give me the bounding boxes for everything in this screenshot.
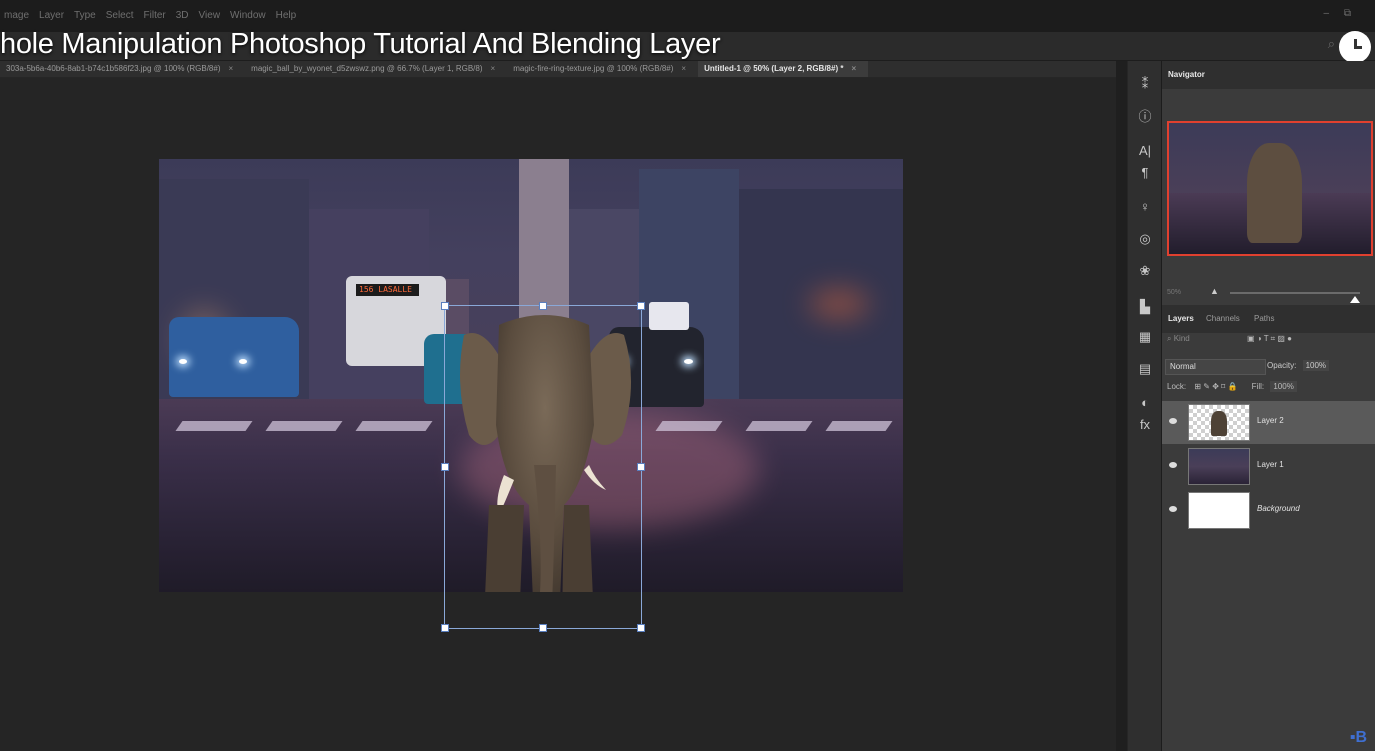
visibility-eye-icon[interactable] (1169, 418, 1177, 424)
menu-help[interactable]: Help (276, 10, 297, 21)
table-icon[interactable]: ▦ (1136, 329, 1154, 345)
menu-3d[interactable]: 3D (176, 10, 189, 21)
menu-select[interactable]: Select (106, 10, 134, 21)
close-icon[interactable]: × (681, 64, 686, 73)
tab-layers[interactable]: Layers (1168, 314, 1194, 323)
doc-tab-label: Untitled-1 @ 50% (Layer 2, RGB/8#) * (704, 64, 844, 73)
menu-type[interactable]: Type (74, 10, 96, 21)
window-glow (809, 289, 869, 319)
layer-row-background[interactable]: Background (1162, 489, 1375, 532)
headlight (239, 359, 247, 364)
lock-row: Lock: ⊞ ✎ ✥ ⌑ 🔒 Fill: 100% (1167, 381, 1297, 392)
doc-tab-1[interactable]: 303a-5b6a-40b6-8ab1-b74c1b586f23.jpg @ 1… (0, 61, 245, 77)
car-blue (169, 317, 299, 397)
search-icon[interactable]: ⌕ (1328, 36, 1335, 52)
crosswalk-stripe (175, 421, 253, 431)
filter-search-icon: ⌕ (1167, 334, 1174, 343)
properties-icon[interactable]: ▤ (1136, 361, 1154, 377)
doc-tab-3[interactable]: magic-fire-ring-texture.jpg @ 100% (RGB/… (507, 61, 698, 77)
filter-type-icons[interactable]: ▣ ◑ T ⌗ ▨ ● (1247, 334, 1292, 344)
window-controls[interactable]: – ⧉ (1324, 8, 1357, 19)
history-icon[interactable]: ⁑ (1136, 76, 1154, 92)
document-canvas[interactable]: 156 LASALLE (159, 159, 903, 592)
zoom-value[interactable]: 50% (1167, 289, 1181, 296)
doc-tab-2[interactable]: magic_ball_by_wyonet_d5zwswz.png @ 66.7%… (245, 61, 507, 77)
menu-filter[interactable]: Filter (144, 10, 166, 21)
menu-layer[interactable]: Layer (39, 10, 64, 21)
bus-sign: 156 LASALLE (356, 284, 419, 296)
layer-row-layer-1[interactable]: Layer 1 (1162, 445, 1375, 488)
document-tabs: 303a-5b6a-40b6-8ab1-b74c1b586f23.jpg @ 1… (0, 61, 1116, 77)
zoom-slider-knob[interactable] (1350, 296, 1360, 303)
fill-field[interactable]: 100% (1270, 381, 1297, 392)
layer-thumbnail (1188, 448, 1250, 485)
character-icon[interactable]: A| (1136, 143, 1154, 159)
menu-window[interactable]: Window (230, 10, 266, 21)
lock-label: Lock: (1167, 382, 1187, 391)
elephant[interactable] (444, 305, 644, 592)
clock-icon[interactable] (1339, 31, 1371, 63)
tab-channels[interactable]: Channels (1206, 314, 1240, 323)
video-title: hole Manipulation Photoshop Tutorial And… (0, 28, 721, 60)
blend-mode-select[interactable]: Normal (1165, 359, 1266, 375)
doc-tab-label: magic-fire-ring-texture.jpg @ 100% (RGB/… (513, 64, 674, 73)
navigator-zoom: 50% ▲ (1162, 283, 1375, 303)
styles-icon[interactable]: fx (1136, 417, 1154, 433)
tab-navigator[interactable]: Navigator (1168, 70, 1205, 79)
crosswalk-stripe (355, 421, 433, 431)
crosswalk-stripe (825, 421, 893, 431)
crosswalk-stripe (265, 421, 343, 431)
doc-tab-label: magic_ball_by_wyonet_d5zwswz.png @ 66.7%… (251, 64, 483, 73)
bulb-icon[interactable]: ♀ (1136, 199, 1154, 215)
creative-cloud-icon[interactable]: ◎ (1136, 231, 1154, 247)
truck (649, 302, 689, 330)
layer-row-layer-2[interactable]: Layer 2 (1162, 401, 1375, 444)
zoom-out-icon[interactable]: ▲ (1210, 286, 1219, 296)
libraries-icon[interactable]: ❀ (1136, 263, 1154, 279)
brand-logo-icon: ▪B (1349, 729, 1367, 746)
right-panels: Navigator 50% ▲ Layers Channels Paths ⌕ … (1162, 61, 1375, 751)
doc-tab-active[interactable]: Untitled-1 @ 50% (Layer 2, RGB/8#) * × (698, 61, 869, 77)
crosswalk-stripe (745, 421, 813, 431)
close-icon[interactable]: × (229, 64, 234, 73)
headlight (179, 359, 187, 364)
histogram-icon[interactable]: ▙ (1136, 299, 1154, 315)
info-icon[interactable]: ⓘ (1136, 109, 1154, 125)
headlight (684, 359, 693, 364)
tab-paths[interactable]: Paths (1254, 314, 1274, 323)
menu-image[interactable]: mage (4, 10, 29, 21)
visibility-eye-icon[interactable] (1169, 506, 1177, 512)
menu-view[interactable]: View (199, 10, 221, 21)
filter-kind[interactable]: Kind (1174, 334, 1190, 343)
layer-thumbnail (1188, 492, 1250, 529)
fill-label: Fill: (1251, 382, 1265, 391)
layers-tabbar: Layers Channels Paths (1162, 305, 1375, 333)
close-icon[interactable]: × (491, 64, 496, 73)
adjustments-icon[interactable]: ◐ (1136, 395, 1154, 411)
visibility-eye-icon[interactable] (1169, 462, 1177, 468)
layer-filter[interactable]: ⌕ Kind ▣ ◑ T ⌗ ▨ ● (1167, 334, 1367, 350)
navigator-thumbnail[interactable] (1167, 121, 1373, 256)
layer-thumbnail (1188, 404, 1250, 441)
layer-name[interactable]: Layer 1 (1257, 460, 1284, 469)
opacity-label: Opacity: (1267, 361, 1297, 370)
close-icon[interactable]: × (851, 64, 856, 73)
menu-list: mage Layer Type Select Filter 3D View Wi… (4, 10, 296, 21)
layer-name[interactable]: Layer 2 (1257, 416, 1284, 425)
panel-collapse-strip[interactable] (1116, 61, 1127, 751)
opacity-control: Opacity: 100% (1267, 360, 1330, 371)
opacity-field[interactable]: 100% (1302, 360, 1330, 371)
crosswalk-stripe (655, 421, 723, 431)
navigator-tabbar: Navigator (1162, 61, 1375, 89)
layer-name[interactable]: Background (1257, 504, 1300, 513)
zoom-slider[interactable] (1230, 292, 1360, 303)
doc-tab-label: 303a-5b6a-40b6-8ab1-b74c1b586f23.jpg @ 1… (6, 64, 221, 73)
lock-icons[interactable]: ⊞ ✎ ✥ ⌑ 🔒 (1194, 382, 1237, 391)
paragraph-icon[interactable]: ¶ (1136, 165, 1154, 181)
panel-icon-dock: ⁑ ⓘ A| ¶ ♀ ◎ ❀ ▙ ▦ ▤ ◐ fx (1128, 61, 1162, 751)
